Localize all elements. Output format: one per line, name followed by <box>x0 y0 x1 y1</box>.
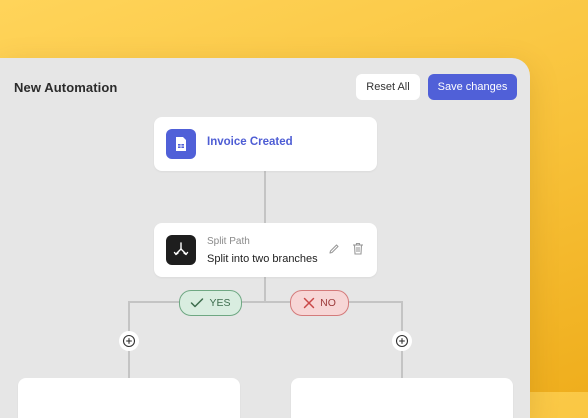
pencil-icon[interactable] <box>328 242 340 260</box>
no-branch-pill[interactable]: NO <box>290 290 349 316</box>
split-path-card[interactable]: Split Path Split into two branches <box>154 223 377 277</box>
connector-trigger-to-split <box>264 171 266 223</box>
add-step-right-button[interactable] <box>392 331 412 351</box>
reset-all-button[interactable]: Reset All <box>356 74 420 100</box>
check-icon <box>191 298 204 308</box>
no-label: NO <box>320 297 336 309</box>
split-description: Split into two branches <box>207 253 318 265</box>
yes-label: YES <box>209 297 231 309</box>
automation-panel: New Automation Reset All Save changes In… <box>0 58 530 418</box>
plus-icon <box>122 334 136 348</box>
plus-icon <box>395 334 409 348</box>
yes-branch-pill[interactable]: YES <box>179 290 242 316</box>
trash-icon[interactable] <box>352 242 364 260</box>
page-title: New Automation <box>14 80 118 95</box>
invoice-icon <box>166 129 196 159</box>
split-path-icon <box>166 235 196 265</box>
save-changes-button[interactable]: Save changes <box>428 74 517 100</box>
connector-branch-horizontal <box>128 301 403 303</box>
no-branch-step-card[interactable] <box>291 378 513 418</box>
yes-branch-step-card[interactable] <box>18 378 240 418</box>
trigger-card[interactable]: Invoice Created <box>154 117 377 171</box>
connector-split-down <box>264 277 266 302</box>
close-icon <box>303 297 315 309</box>
trigger-label: Invoice Created <box>207 136 293 148</box>
split-type-label: Split Path <box>207 236 250 247</box>
add-step-left-button[interactable] <box>119 331 139 351</box>
